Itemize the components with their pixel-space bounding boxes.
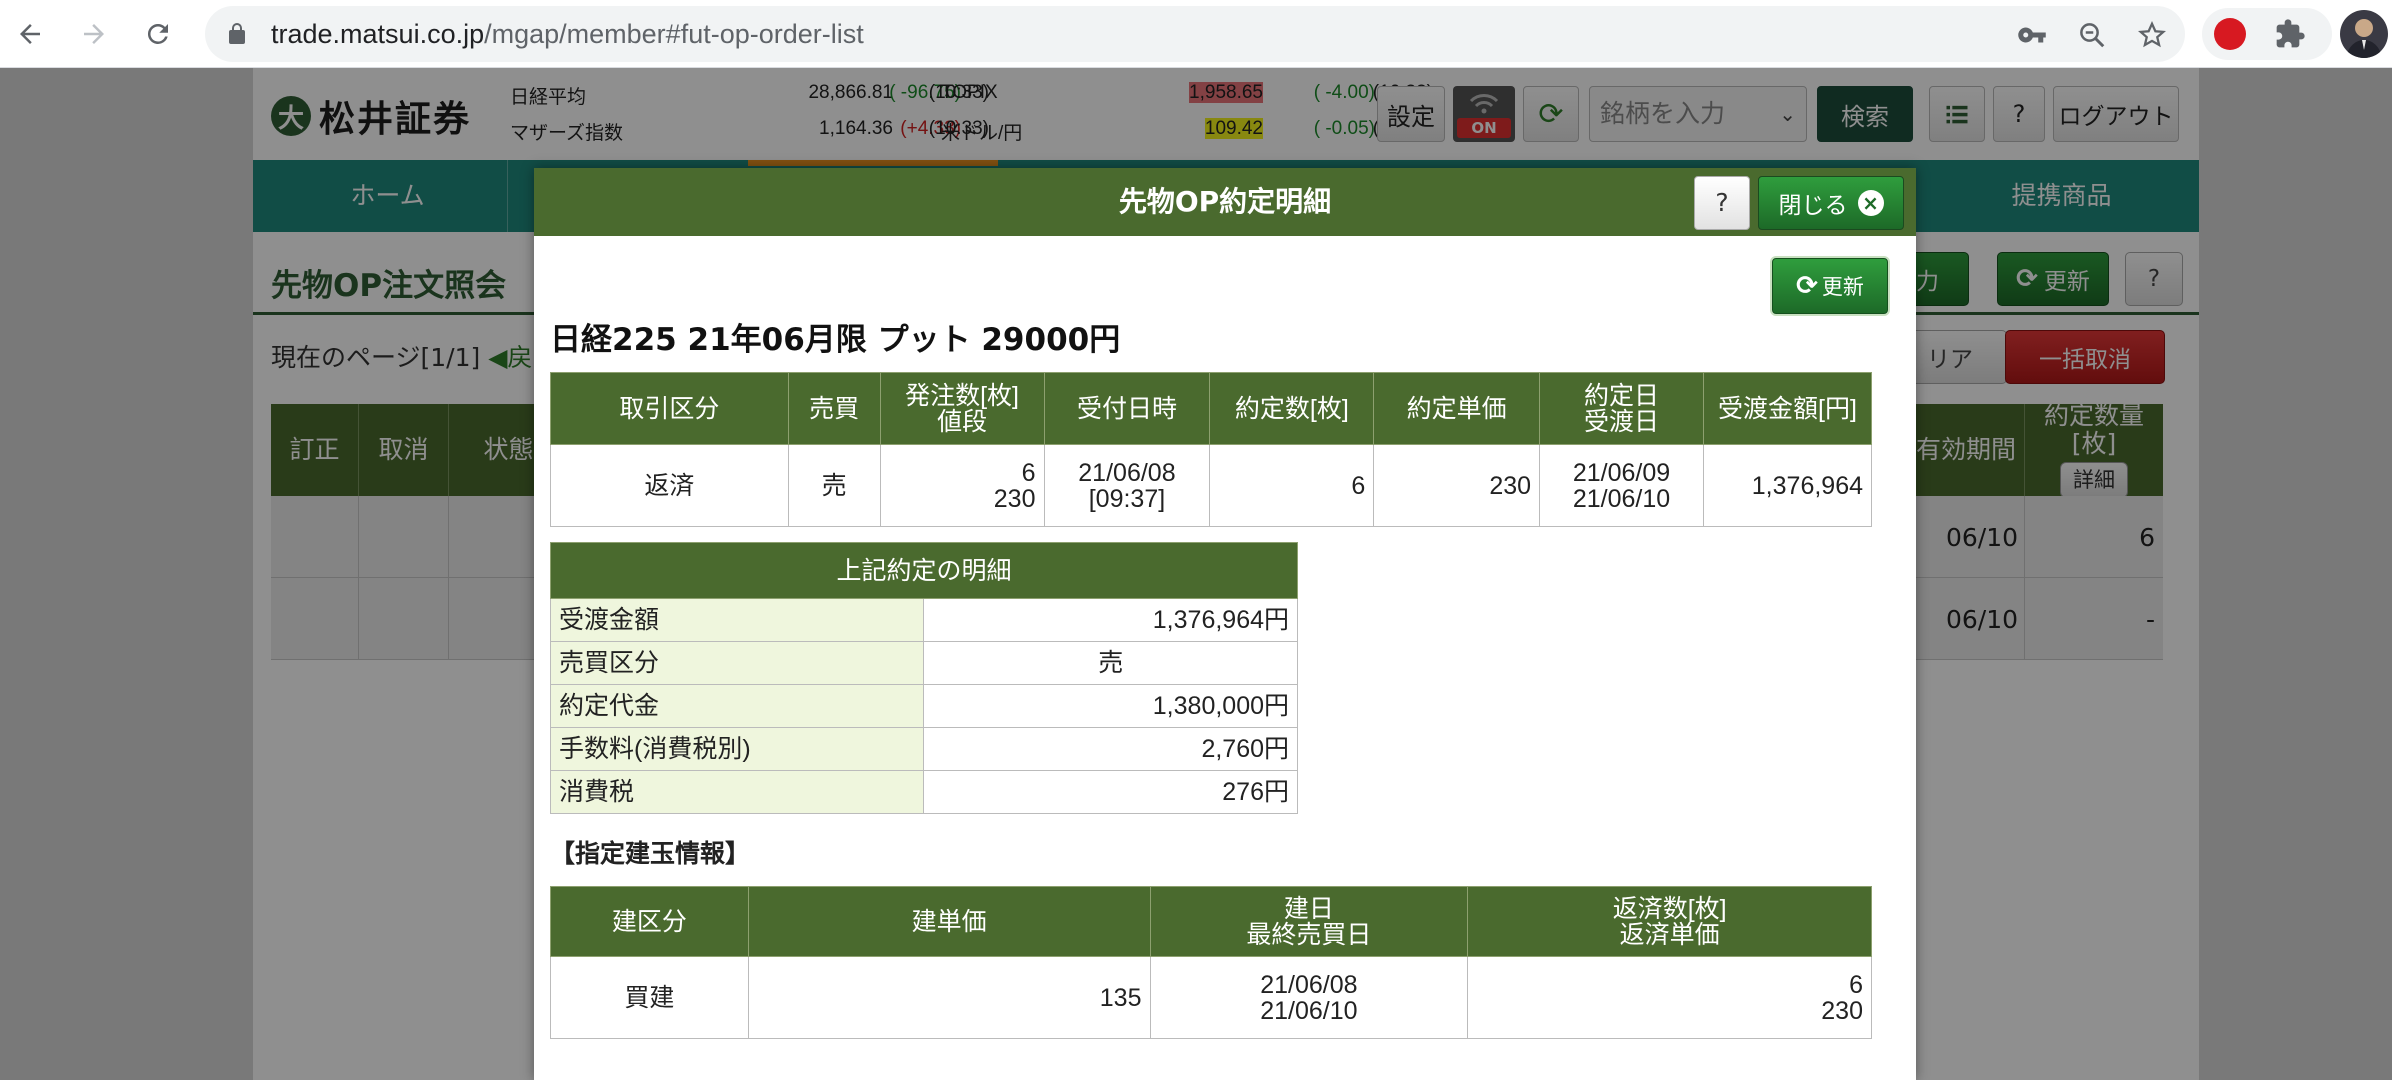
browser-toolbar: trade.matsui.co.jp/mgap/member#fut-op-or… [0, 0, 2392, 68]
col-header-settle-amount: 受渡金額[円] [1703, 372, 1872, 445]
extensions-area [2202, 8, 2332, 60]
col-header-close-qty-price: 返済数[枚] 返済単価 [1467, 886, 1872, 957]
col-header-position-price: 建単価 [747, 886, 1151, 957]
col-header-side: 売買 [787, 372, 881, 445]
instrument-name: 日経225 21年06月限 プット 29000円 [550, 322, 1121, 358]
position-table: 建区分 建単価 建日 最終売買日 返済数[枚] 返済単価 買建 135 21/06/… [550, 886, 1872, 1039]
col-header-position-type: 建区分 [550, 886, 749, 957]
modal-close-button[interactable]: 閉じる × [1758, 176, 1904, 230]
refresh-icon: ⟳ [1796, 271, 1818, 301]
table-row: 買建 135 21/06/08 21/06/10 6 230 [550, 956, 1872, 1039]
table-row: 売買区分売 [549, 641, 1298, 685]
modal-header: 先物OP約定明細 ? 閉じる × [534, 168, 1916, 236]
bookmark-star-icon[interactable] [2135, 18, 2169, 52]
back-arrow-icon[interactable] [10, 14, 50, 54]
order-qty-price: 6 230 [879, 444, 1045, 527]
trade-side: 売 [787, 444, 881, 527]
col-header-trade-type: 取引区分 [550, 372, 789, 445]
modal-refresh-button[interactable]: ⟳ 更新 [1772, 258, 1888, 314]
trend-micro-extension-icon[interactable] [2214, 18, 2246, 50]
trade-type: 返済 [550, 444, 789, 527]
lock-icon [229, 23, 245, 44]
table-row: 手数料(消費税別) 2,760円 [549, 727, 1298, 771]
col-header-exec-price: 約定単価 [1373, 372, 1541, 445]
puzzle-extension-icon[interactable] [2274, 18, 2306, 50]
table-row: 約定代金 1,380,000円 [549, 684, 1298, 728]
modal-help-button[interactable]: ? [1694, 176, 1750, 230]
col-header-exec-qty: 約定数[枚] [1209, 372, 1375, 445]
key-icon[interactable] [2015, 18, 2049, 52]
position-section-label: 【指定建玉情報】 [550, 839, 751, 868]
col-header-open-last-date: 建日 最終売買日 [1149, 886, 1469, 957]
exec-qty: 6 [1209, 444, 1375, 527]
table-row: 消費税 276円 [549, 770, 1298, 814]
close-qty-price: 6 230 [1467, 956, 1872, 1039]
execution-table: 取引区分 売買 発注数[枚] 値段 受付日時 約定数[枚] 約定単価 約定日 受渡日… [550, 372, 1872, 527]
table-row: 返済 売 6 230 21/06/08 [09:37] 6 230 21/06/09… [550, 444, 1872, 527]
open-last-date: 21/06/08 21/06/10 [1149, 956, 1469, 1039]
table-row: 受渡金額 1,376,964円 [549, 598, 1298, 642]
settle-amount: 1,376,964 [1703, 444, 1872, 527]
close-icon: × [1857, 190, 1884, 216]
position-price: 135 [747, 956, 1151, 1039]
col-header-order-qty-price: 発注数[枚] 値段 [879, 372, 1045, 445]
profile-avatar[interactable] [2340, 10, 2388, 58]
col-header-exec-settle-date: 約定日 受渡日 [1539, 372, 1704, 445]
address-bar[interactable]: trade.matsui.co.jp/mgap/member#fut-op-or… [205, 6, 2185, 62]
accept-datetime: 21/06/08 [09:37] [1043, 444, 1211, 527]
position-type: 買建 [550, 956, 749, 1039]
url-text: trade.matsui.co.jp/mgap/member#fut-op-or… [271, 19, 864, 49]
forward-arrow-icon[interactable] [74, 14, 114, 54]
execution-breakdown-table: 上記約定の明細 受渡金額 1,376,964円 売買区分売 約定代金 1,380,0… [549, 542, 1298, 814]
col-header-accept-datetime: 受付日時 [1043, 372, 1211, 445]
reload-icon[interactable] [138, 14, 178, 54]
breakdown-header: 上記約定の明細 [550, 542, 1298, 599]
exec-settle-date: 21/06/09 21/06/10 [1539, 444, 1704, 527]
zoom-out-icon[interactable] [2075, 18, 2109, 52]
execution-detail-modal: 先物OP約定明細 ? 閉じる × ⟳ 更新 日経225 21年06月限 プット 2… [534, 168, 1916, 1080]
exec-price: 230 [1373, 444, 1541, 527]
